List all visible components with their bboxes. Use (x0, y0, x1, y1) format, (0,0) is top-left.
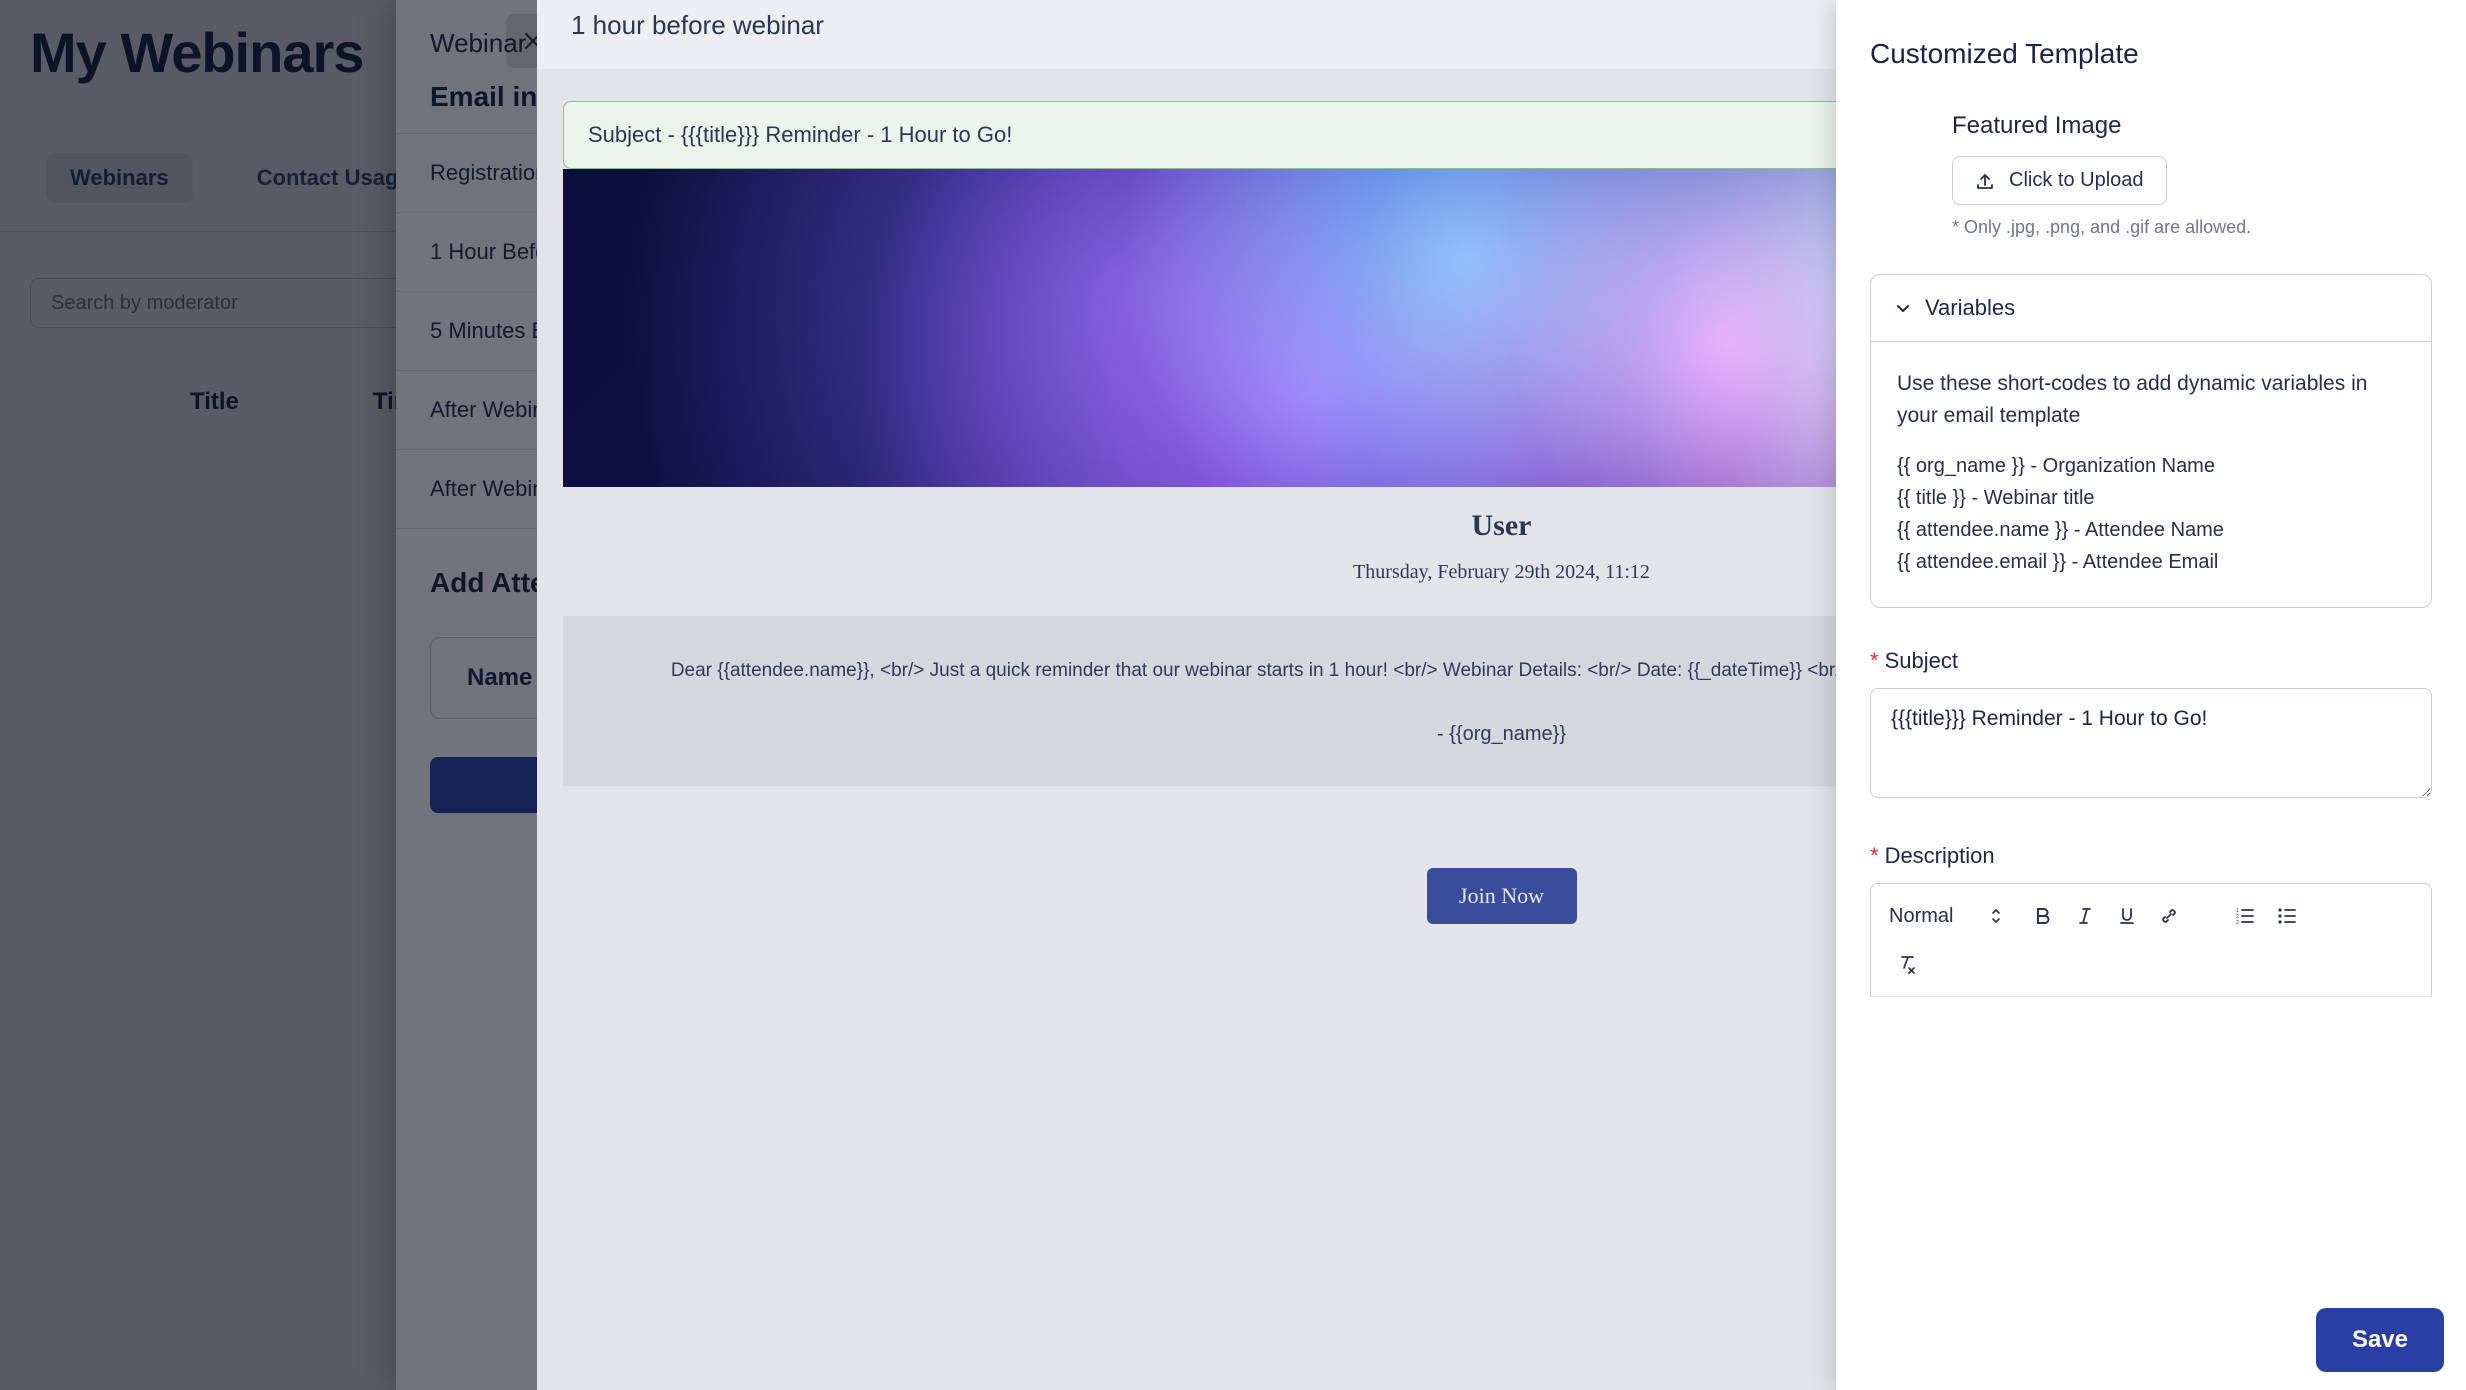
underline-icon (2118, 907, 2136, 925)
unordered-list-button[interactable] (2269, 898, 2305, 934)
variables-label: Variables (1925, 295, 2015, 321)
upload-hint: * Only .jpg, .png, and .gif are allowed. (1952, 217, 2432, 238)
upload-icon (1975, 171, 1995, 191)
variables-toggle[interactable]: Variables (1871, 275, 2431, 342)
description-editor: Normal 123 (1870, 883, 2432, 997)
select-caret-icon (1991, 908, 2001, 924)
subject-label: *Subject (1870, 648, 2432, 674)
join-now-button[interactable]: Join Now (1427, 868, 1577, 924)
link-icon (2160, 907, 2178, 925)
required-mark: * (1870, 843, 1879, 868)
variable-item: {{ title }} - Webinar title (1897, 483, 2405, 513)
variables-body: Use these short-codes to add dynamic var… (1871, 342, 2431, 607)
upload-button[interactable]: Click to Upload (1952, 156, 2167, 205)
ordered-list-button[interactable]: 123 (2227, 898, 2263, 934)
unordered-list-icon (2277, 907, 2297, 925)
italic-button[interactable] (2067, 898, 2103, 934)
bold-icon (2034, 907, 2052, 925)
clear-format-button[interactable] (1889, 946, 1925, 982)
variable-item: {{ attendee.name }} - Attendee Name (1897, 515, 2405, 545)
chevron-down-icon (1895, 300, 1911, 316)
subject-input[interactable] (1870, 688, 2432, 798)
save-button[interactable]: Save (2316, 1308, 2444, 1372)
panel-title: Customized Template (1870, 38, 2432, 70)
format-select[interactable]: Normal (1889, 905, 2019, 928)
editor-toolbar: Normal 123 (1871, 884, 2431, 997)
svg-text:3: 3 (2236, 920, 2239, 925)
underline-button[interactable] (2109, 898, 2145, 934)
bold-button[interactable] (2025, 898, 2061, 934)
upload-label: Click to Upload (2009, 169, 2144, 192)
italic-icon (2076, 907, 2094, 925)
variable-item: {{ org_name }} - Organization Name (1897, 451, 2405, 481)
link-button[interactable] (2151, 898, 2187, 934)
variables-accordion: Variables Use these short-codes to add d… (1870, 274, 2432, 608)
description-label: *Description (1870, 843, 2432, 869)
customized-template-panel: Customized Template Featured Image Click… (1836, 0, 2466, 1390)
variable-item: {{ attendee.email }} - Attendee Email (1897, 547, 2405, 577)
clear-format-icon (1898, 954, 1916, 974)
format-value: Normal (1889, 905, 1953, 928)
ordered-list-icon: 123 (2235, 907, 2255, 925)
required-mark: * (1870, 648, 1879, 673)
featured-image-label: Featured Image (1952, 112, 2432, 140)
variables-intro: Use these short-codes to add dynamic var… (1897, 368, 2405, 431)
